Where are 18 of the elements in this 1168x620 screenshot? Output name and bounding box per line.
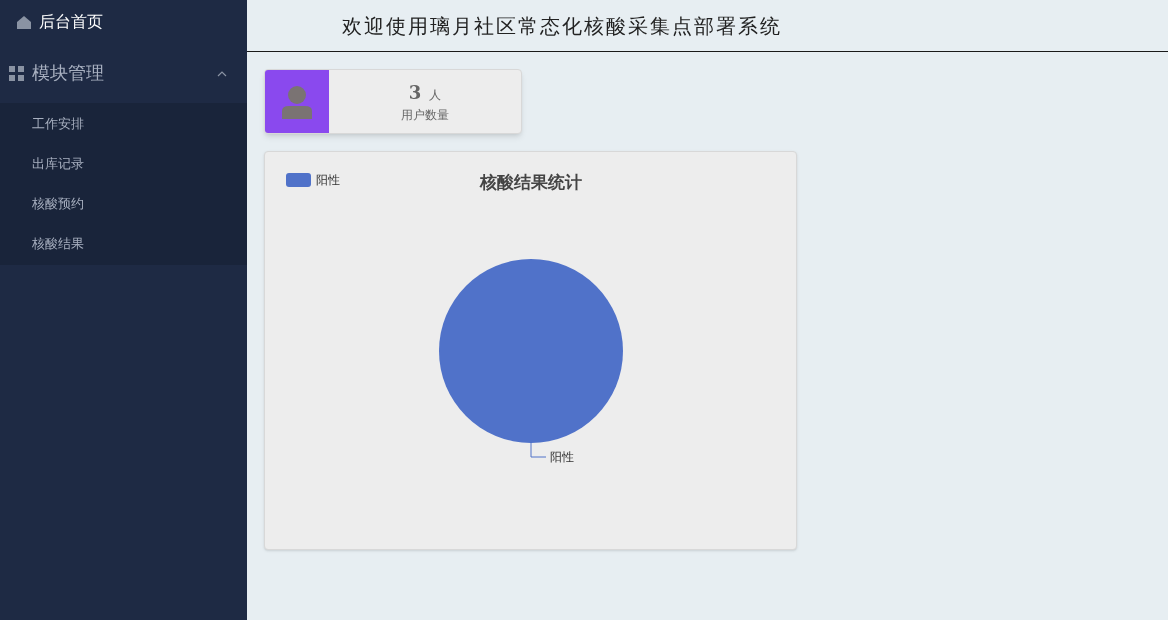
menu-group-header[interactable]: 模块管理 <box>0 44 247 103</box>
stat-label: 用户数量 <box>401 107 449 124</box>
grid-icon <box>9 66 24 81</box>
home-icon <box>17 15 31 29</box>
leader-line <box>530 442 547 458</box>
pie-drawing[interactable] <box>439 259 623 443</box>
user-icon <box>281 84 313 119</box>
page-title: 欢迎使用璃月社区常态化核酸采集点部署系统 <box>342 12 782 40</box>
submenu-item[interactable]: 工作安排 <box>0 104 247 144</box>
slice-label: 阳性 <box>550 450 574 464</box>
legend-label[interactable]: 阳性 <box>316 171 340 189</box>
stat-value: 3 <box>408 81 422 105</box>
submenu-item[interactable]: 核酸结果 <box>0 224 247 264</box>
submenu-item[interactable]: 核酸预约 <box>0 184 247 224</box>
stat-unit: 人 <box>429 87 442 104</box>
home-menu-item[interactable]: 后台首页 <box>0 0 247 44</box>
submenu-item[interactable]: 出库记录 <box>0 144 247 184</box>
chart-title: 核酸结果统计 <box>479 172 582 194</box>
